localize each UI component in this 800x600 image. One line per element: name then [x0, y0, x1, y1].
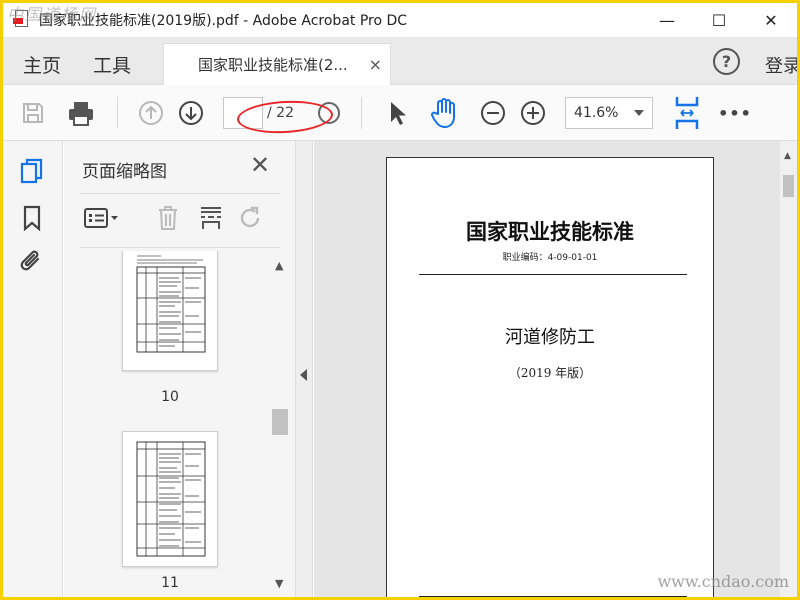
document-title: 国家职业技能标准 [466, 219, 634, 244]
window-controls: — ☐ ✕ [641, 3, 797, 37]
document-code: 职业编码：4-09-01-01 [502, 253, 598, 263]
fit-page-icon[interactable] [671, 93, 703, 133]
collapse-panel-handle[interactable] [296, 141, 313, 597]
scroll-up-icon[interactable]: ▲ [275, 259, 283, 272]
scroll-thumb[interactable] [783, 175, 794, 197]
document-scrollbar[interactable]: ▲ [780, 141, 797, 597]
watermark-top: 中国道杨网 [7, 5, 98, 24]
bottom-rule [419, 596, 687, 597]
minimize-button[interactable]: — [641, 3, 693, 37]
title-rule [419, 274, 687, 275]
thumbnail-scrollbar[interactable]: ▲ ▼ [269, 251, 289, 597]
close-window-button[interactable]: ✕ [745, 3, 797, 37]
hand-tool-icon[interactable] [429, 97, 461, 129]
document-year: （2019 年版） [508, 366, 592, 380]
toolbar: / 22 41.6% ••• [3, 85, 797, 141]
thumbnail-panel: 页面缩略图 ✕ 10 11 ▲ ▼ [64, 141, 296, 597]
title-bar: 国家职业技能标准(2019版).pdf - Adobe Acrobat Pro … [3, 3, 797, 37]
panel-title: 页面缩略图 [82, 162, 167, 182]
previous-page-icon[interactable] [135, 97, 167, 129]
thumbnail-options-icon[interactable] [84, 203, 120, 233]
document-viewport[interactable]: 国家职业技能标准 职业编码：4-09-01-01 河道修防工 （2019 年版） [314, 141, 780, 597]
tab-tools[interactable]: 工具 [93, 51, 131, 78]
zoom-value: 41.6% [574, 105, 619, 121]
bookmark-icon[interactable] [17, 203, 47, 233]
chevron-down-icon [634, 110, 644, 116]
maximize-button[interactable]: ☐ [693, 3, 745, 37]
collapse-arrow-icon [300, 369, 307, 381]
thumbnail-label: 11 [161, 575, 179, 591]
close-panel-button[interactable]: ✕ [250, 151, 270, 179]
attachment-icon[interactable] [17, 247, 47, 277]
page-thumbnails-icon[interactable] [17, 157, 47, 187]
zoom-out-icon[interactable] [477, 97, 509, 129]
extract-page-icon[interactable] [198, 203, 224, 233]
next-page-icon[interactable] [175, 97, 207, 129]
scroll-up-icon[interactable]: ▲ [784, 151, 791, 161]
document-subject: 河道修防工 [505, 327, 595, 348]
app-window: 国家职业技能标准(2019版).pdf - Adobe Acrobat Pro … [3, 3, 797, 597]
tab-bar: 主页 工具 国家职业技能标准(2... × ? 登录 [3, 37, 797, 85]
scroll-thumb[interactable] [272, 409, 288, 435]
more-icon[interactable]: ••• [718, 97, 751, 129]
document-page: 国家职业技能标准 职业编码：4-09-01-01 河道修防工 （2019 年版） [386, 157, 714, 597]
help-icon[interactable]: ? [713, 48, 740, 75]
zoom-in-icon[interactable] [517, 97, 549, 129]
login-link[interactable]: 登录 [765, 52, 797, 78]
tab-home[interactable]: 主页 [23, 51, 61, 78]
zoom-select[interactable]: 41.6% [565, 97, 653, 129]
left-rail [3, 141, 63, 597]
document-tab-label: 国家职业技能标准(2... [198, 56, 348, 74]
rotate-page-icon[interactable] [238, 203, 264, 233]
watermark-bottom: www.cndao.com [657, 572, 789, 591]
thumbnail-label: 10 [161, 389, 179, 405]
thumbnail-page-11[interactable] [122, 431, 218, 567]
close-tab-button[interactable]: × [369, 55, 382, 74]
select-cursor-icon[interactable] [381, 97, 413, 129]
tab-document[interactable]: 国家职业技能标准(2... × [163, 43, 391, 85]
scroll-down-icon[interactable]: ▼ [275, 577, 283, 590]
delete-page-icon[interactable] [156, 203, 180, 233]
thumbnail-list: 10 11 [64, 251, 269, 597]
print-icon[interactable] [65, 97, 97, 129]
save-icon[interactable] [17, 97, 49, 129]
thumbnail-page-10[interactable] [122, 251, 218, 371]
